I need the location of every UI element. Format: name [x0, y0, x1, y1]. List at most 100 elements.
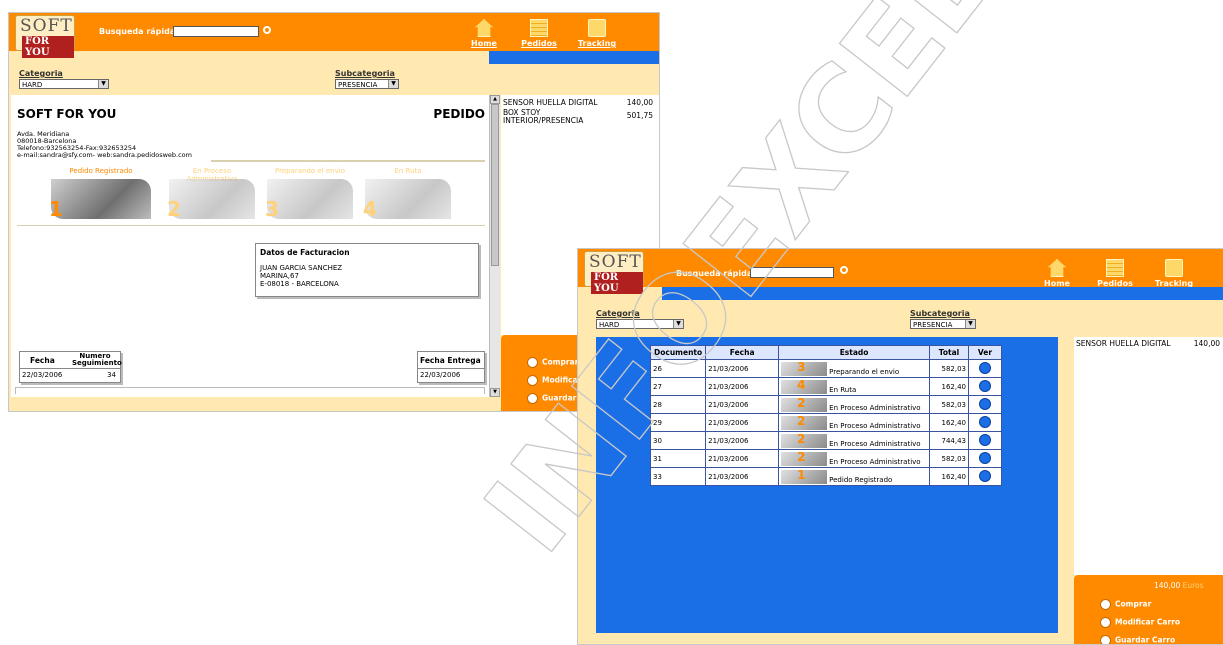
- modify-cart-button[interactable]: Modificar Carro: [1100, 617, 1180, 628]
- view-icon[interactable]: [979, 379, 991, 392]
- orders-list-window: SOFT FOR YOU Busqueda rápida Home Pedido…: [577, 248, 1223, 645]
- cell-total: 162,40: [929, 413, 969, 432]
- step-image: [365, 179, 451, 219]
- billing-box: Datos de Facturacion JUAN GARCIA SANCHEZ…: [255, 243, 479, 297]
- status-text: En Proceso Administrativo: [829, 457, 921, 466]
- table-row[interactable]: 28 21/03/2006 2 En Proceso Administrativo 58…: [649, 395, 1002, 414]
- table-row[interactable]: 30 21/03/2006 2 En Proceso Administrativo 74…: [649, 431, 1002, 450]
- scroll-down-icon[interactable]: ▼: [490, 388, 500, 397]
- nav-tracking-label: Tracking: [577, 39, 617, 48]
- table-row[interactable]: 26 21/03/2006 3 Preparando el envio 582,03: [649, 359, 1002, 378]
- cell-estado: 2 En Proceso Administrativo: [778, 413, 930, 432]
- tracking-number-value: 34: [107, 371, 116, 379]
- category-label: Categoria: [19, 69, 63, 78]
- cell-ver: [968, 377, 1002, 396]
- cell-ver: [968, 431, 1002, 450]
- subcategory-label: Subcategoria: [335, 69, 395, 78]
- column-header-total[interactable]: Total: [929, 345, 969, 360]
- buy-button[interactable]: Comprar: [1100, 599, 1151, 610]
- scroll-thumb[interactable]: [491, 104, 499, 266]
- logo[interactable]: SOFT FOR YOU: [584, 251, 644, 294]
- search-icon[interactable]: [263, 26, 271, 34]
- view-icon[interactable]: [979, 361, 991, 374]
- orders-table: Documento Fecha Estado Total Ver 26 21/03…: [649, 345, 1002, 486]
- document-title: PEDIDO: [433, 107, 485, 121]
- quick-search-input[interactable]: [173, 26, 259, 37]
- status-step-number: 2: [797, 449, 806, 464]
- column-header-estado[interactable]: Estado: [778, 345, 930, 360]
- cell-documento: 30: [649, 431, 707, 450]
- address-line: e-mail:sandra@sfy.com- web:sandra.pedido…: [17, 151, 192, 159]
- document-icon: [1106, 259, 1124, 277]
- column-header-documento[interactable]: Documento: [649, 345, 707, 360]
- column-header-ver[interactable]: Ver: [968, 345, 1002, 360]
- nav-pedidos[interactable]: Pedidos: [521, 19, 557, 48]
- cell-ver: [968, 413, 1002, 432]
- subcategory-select[interactable]: PRESENCIA ▼: [335, 79, 399, 89]
- delivery-date-label: Fecha Entrega: [420, 356, 481, 365]
- logo-text-top: SOFT: [589, 252, 642, 272]
- view-icon[interactable]: [979, 397, 991, 410]
- view-icon[interactable]: [979, 415, 991, 428]
- view-icon[interactable]: [979, 451, 991, 464]
- view-icon[interactable]: [979, 469, 991, 482]
- billing-line: E-08018 - BARCELONA: [260, 280, 339, 288]
- table-row[interactable]: 27 21/03/2006 4 En Ruta 162,40: [649, 377, 1002, 396]
- tracking-date-value: 22/03/2006: [22, 371, 63, 379]
- view-icon[interactable]: [979, 433, 991, 446]
- orders-table-body: 26 21/03/2006 3 Preparando el envio 582,03 27…: [649, 359, 1002, 486]
- subcategory-select[interactable]: PRESENCIA ▼: [910, 319, 976, 329]
- cell-ver: [968, 359, 1002, 378]
- category-select[interactable]: HARD ▼: [19, 79, 109, 89]
- tracking-date-label: Fecha: [30, 356, 55, 365]
- cell-documento: 33: [649, 467, 707, 486]
- company-name: SOFT FOR YOU: [17, 107, 117, 121]
- logo-text-bottom: FOR YOU: [591, 272, 643, 294]
- divider: [418, 368, 484, 369]
- save-cart-button[interactable]: Guardar Carro: [1100, 635, 1175, 644]
- cell-total: 744,43: [929, 431, 969, 450]
- cell-fecha: 21/03/2006: [705, 395, 780, 414]
- cell-documento: 28: [649, 395, 707, 414]
- chevron-down-icon: ▼: [388, 80, 398, 88]
- logo-text-bottom: FOR YOU: [22, 36, 74, 58]
- cell-documento: 29: [649, 413, 707, 432]
- step-number: 1: [49, 197, 63, 221]
- nav-home[interactable]: Home: [1042, 259, 1072, 288]
- status-text: En Proceso Administrativo: [829, 403, 921, 412]
- nav-tracking[interactable]: Tracking: [1154, 259, 1194, 288]
- search-icon[interactable]: [840, 266, 848, 274]
- column-header-fecha[interactable]: Fecha: [705, 345, 780, 360]
- cell-estado: 1 Pedido Registrado: [778, 467, 930, 486]
- nav-pedidos[interactable]: Pedidos: [1096, 259, 1134, 288]
- table-row[interactable]: 31 21/03/2006 2 En Proceso Administrativo 58…: [649, 449, 1002, 468]
- quick-search-input[interactable]: [750, 267, 834, 278]
- cell-estado: 4 En Ruta: [778, 377, 930, 396]
- table-header-row: Documento Fecha Estado Total Ver: [649, 345, 1002, 360]
- chevron-down-icon: ▼: [98, 80, 108, 88]
- logo[interactable]: SOFT FOR YOU: [15, 15, 75, 58]
- status-image: 2: [781, 396, 828, 412]
- buy-button[interactable]: Comprar: [527, 357, 578, 368]
- table-row[interactable]: 33 21/03/2006 1 Pedido Registrado 162,40: [649, 467, 1002, 486]
- cell-total: 582,03: [929, 449, 969, 468]
- divider: [17, 225, 485, 226]
- logo-text-top: SOFT: [20, 16, 73, 36]
- divider: [20, 368, 120, 369]
- cart-actions: 140,00 Euros Comprar Modificar Carro Gua…: [1074, 575, 1223, 644]
- edit-icon: [527, 375, 538, 386]
- cart-icon: [1100, 599, 1111, 610]
- nav-tracking[interactable]: Tracking: [577, 19, 617, 48]
- category-select[interactable]: HARD ▼: [596, 319, 684, 329]
- nav-home[interactable]: Home: [469, 19, 499, 48]
- status-text: Pedido Registrado: [829, 475, 893, 484]
- status-step-number: 3: [797, 359, 806, 374]
- order-document: SOFT FOR YOU PEDIDO Avda. Meridiana 0800…: [11, 95, 489, 397]
- step-image: [267, 179, 353, 219]
- table-row[interactable]: 29 21/03/2006 2 En Proceso Administrativo 16…: [649, 413, 1002, 432]
- status-image: 3: [781, 359, 828, 376]
- save-cart-button[interactable]: Guardar C: [527, 393, 585, 404]
- document-scrollbar[interactable]: ▲ ▼: [489, 95, 500, 397]
- quick-search-label: Busqueda rápida: [676, 269, 753, 278]
- scroll-up-icon[interactable]: ▲: [490, 95, 500, 104]
